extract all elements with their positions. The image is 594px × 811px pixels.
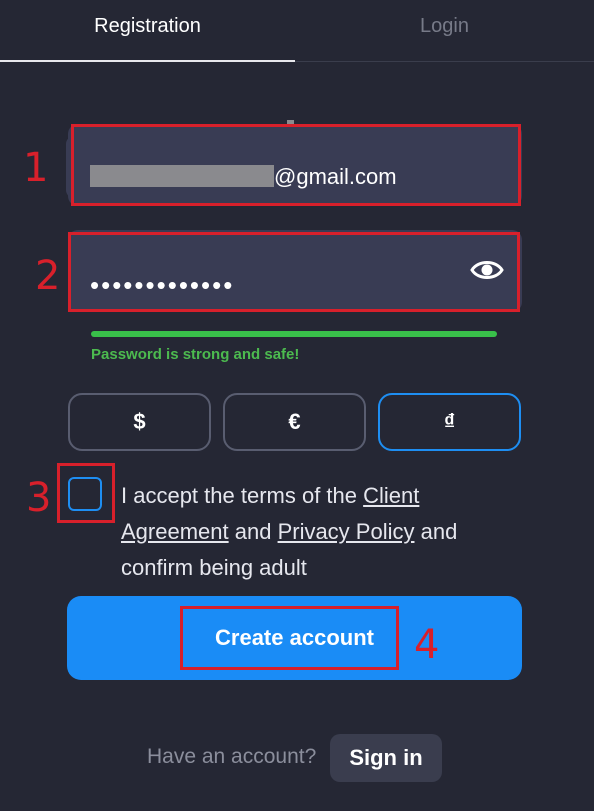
annotation-number-2: 2 (35, 253, 61, 299)
auth-tabs: Registration Login (0, 0, 594, 62)
create-account-label: Create account (215, 625, 374, 650)
have-account-text: Have an account? (147, 745, 317, 768)
currency-usd-button[interactable]: $ (68, 393, 211, 451)
terms-text: I accept the terms of the Client Agreeme… (121, 478, 501, 586)
registration-page: Registration Login @gmail.com ••••••••••… (0, 0, 594, 811)
terms-text-middle: and (228, 519, 278, 544)
annotation-number-4: 4 (414, 622, 440, 668)
privacy-policy-link[interactable]: Privacy Policy (278, 519, 415, 544)
sign-in-button[interactable]: Sign in (330, 734, 442, 782)
tab-registration[interactable]: Registration (0, 12, 295, 40)
currency-eur-button[interactable]: € (223, 393, 366, 451)
annotation-number-3: 3 (26, 475, 52, 521)
email-domain: @gmail.com (274, 164, 397, 189)
currency-vnd-button[interactable]: ₫ (378, 393, 521, 451)
password-strength-bar (91, 331, 497, 337)
eye-icon[interactable] (470, 257, 504, 283)
terms-text-before: I accept the terms of the (121, 483, 364, 508)
create-account-button[interactable]: Create account (67, 596, 522, 680)
email-redaction (90, 165, 274, 187)
tab-login[interactable]: Login (295, 12, 594, 40)
password-value: ••••••••••••• (90, 270, 235, 300)
password-field[interactable]: ••••••••••••• (68, 230, 522, 312)
email-field[interactable]: @gmail.com (68, 124, 522, 206)
terms-checkbox[interactable] (68, 477, 102, 511)
email-value: @gmail.com (90, 164, 397, 190)
active-tab-underline (0, 60, 295, 62)
annotation-number-1: 1 (23, 145, 49, 191)
password-strength-message: Password is strong and safe! (91, 346, 300, 363)
